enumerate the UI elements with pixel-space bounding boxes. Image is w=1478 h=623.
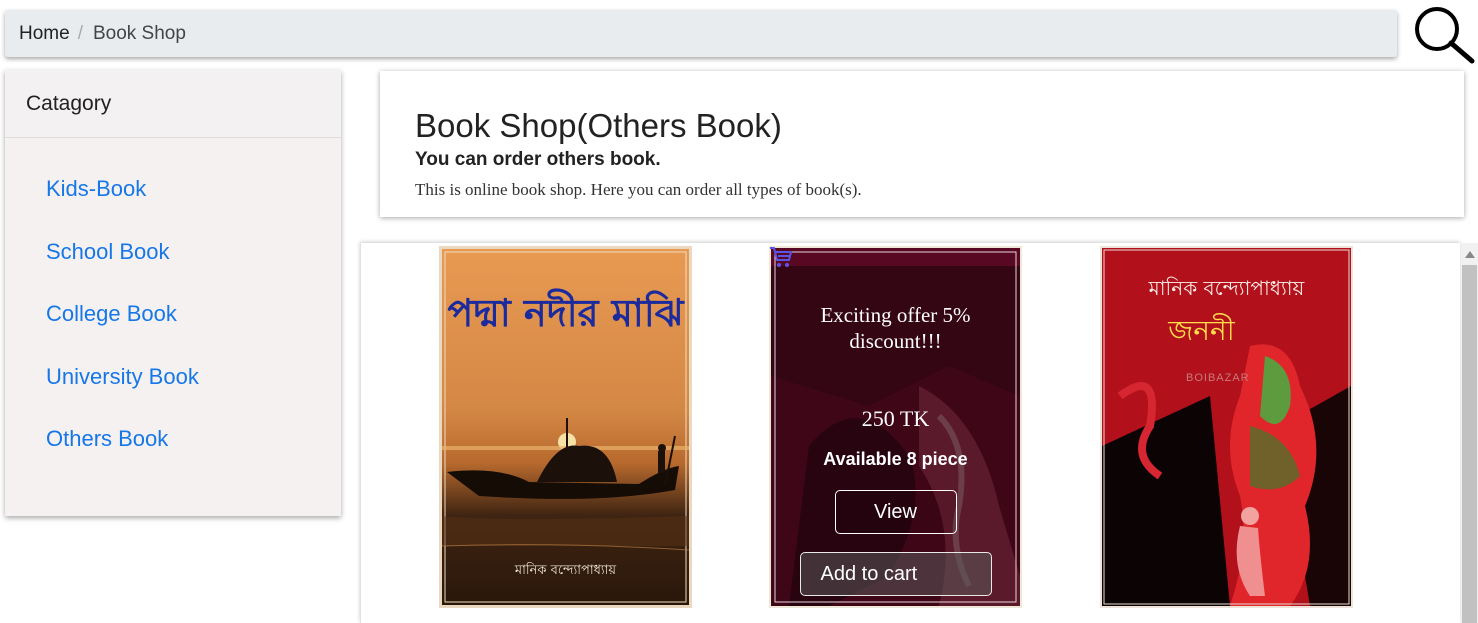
add-to-cart-label: Add to cart [820, 562, 918, 585]
book-cover-author: মানিক বন্দ্যোপাধ্যায় [1148, 276, 1305, 300]
breadcrumb-home-link[interactable]: Home [19, 23, 70, 45]
vertical-scrollbar[interactable] [1461, 243, 1478, 623]
search-icon[interactable] [1410, 2, 1478, 64]
sidebar-item-school-book: School Book [5, 221, 341, 284]
book-card-hovered[interactable]: Exciting offer 5% discount!!! 250 TK Ava… [769, 246, 1022, 608]
book-cover-author: মানিক বন্দ্যোপাধ্যায় [514, 563, 617, 578]
book-hover-overlay: Exciting offer 5% discount!!! 250 TK Ava… [769, 246, 1022, 608]
view-button[interactable]: View [834, 490, 957, 534]
sidebar-item-others-book: Others Book [5, 408, 341, 471]
stock-status: Available 8 piece [823, 449, 968, 469]
offer-text: Exciting offer 5% discount!!! [820, 303, 971, 353]
category-link[interactable]: School Book [46, 239, 170, 265]
page-header-card: Book Shop(Others Book) You can order oth… [380, 71, 1464, 217]
cart-icon [770, 247, 792, 267]
book-cover-text: পদ্মা নদীর মাঝি মানিক বন্দ্যোপাধ্যায় [439, 246, 692, 608]
sidebar-item-university-book: University Book [5, 346, 341, 409]
page-subtitle: You can order others book. [415, 149, 661, 170]
book-price: 250 TK [861, 406, 930, 431]
sidebar-item-kids-book: Kids-Book [5, 158, 341, 221]
book-cover-text: মানিক বন্দ্যোপাধ্যায় জননী BOIBAZAR [1100, 246, 1353, 608]
page-title: Book Shop(Others Book) [415, 107, 782, 144]
category-list: Kids-Book School Book College Book Unive… [5, 138, 341, 471]
breadcrumb-current: Book Shop [92, 22, 186, 44]
category-link[interactable]: University Book [46, 364, 199, 390]
category-sidebar: Catagory Kids-Book School Book College B… [5, 70, 341, 516]
book-card[interactable]: মানিক বন্দ্যোপাধ্যায় জননী BOIBAZAR [1100, 246, 1353, 608]
scroll-up-arrow-icon[interactable] [1465, 251, 1475, 258]
category-link[interactable]: College Book [46, 301, 177, 327]
book-card[interactable]: পদ্মা নদীর মাঝি মানিক বন্দ্যোপাধ্যায় [439, 246, 692, 608]
breadcrumb-separator: / [77, 22, 83, 44]
page-description: This is online book shop. Here you can o… [415, 180, 862, 199]
book-cover-title: জননী [1168, 314, 1235, 347]
book-cover-watermark: BOIBAZAR [1186, 372, 1250, 384]
scrollbar-thumb[interactable] [1462, 265, 1477, 623]
category-link[interactable]: Others Book [46, 426, 168, 452]
add-to-cart-button[interactable]: Add to cart [770, 247, 992, 596]
book-cover-title: পদ্মা নদীর মাঝি [447, 291, 684, 335]
breadcrumb: Home / Book Shop [5, 10, 1397, 57]
sidebar-header: Catagory [5, 70, 341, 138]
sidebar-item-college-book: College Book [5, 283, 341, 346]
category-link[interactable]: Kids-Book [46, 176, 146, 202]
